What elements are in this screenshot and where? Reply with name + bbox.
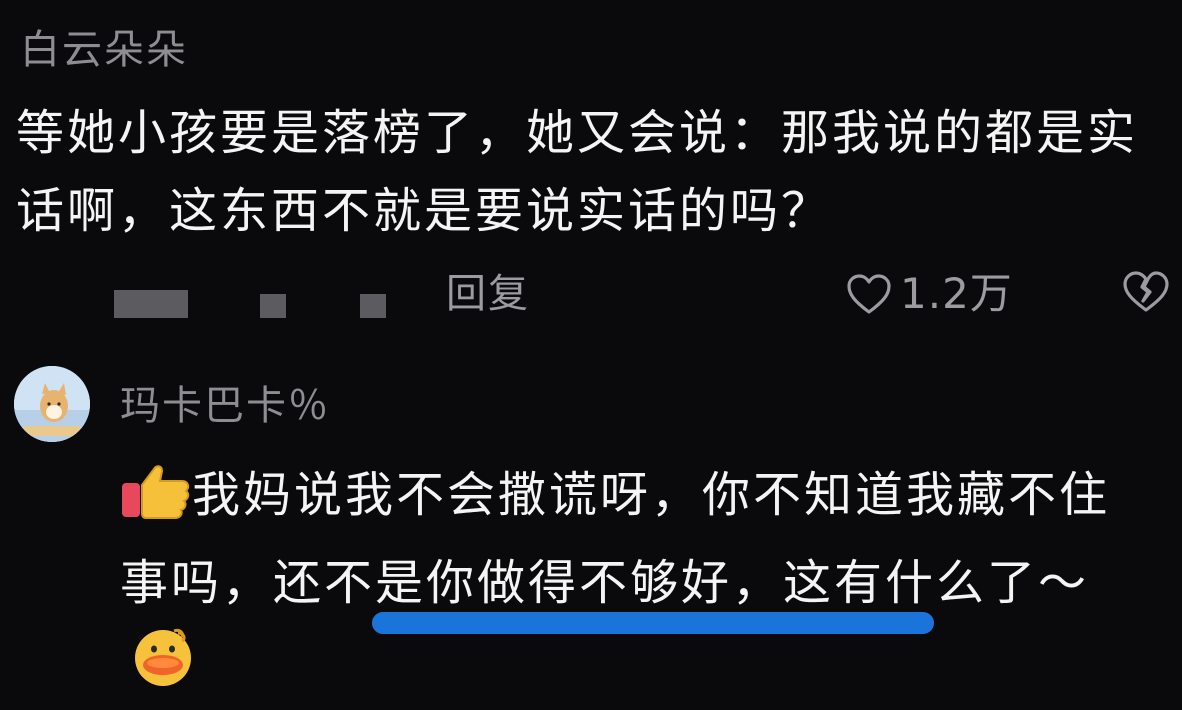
broken-heart-icon: [1122, 270, 1170, 314]
thumbs-up-emoji-icon: [120, 461, 192, 544]
comment-body: 我妈说我不会撒谎呀，你不知道我藏不住事吗，还不是你做得不够好，这有什么了～: [120, 456, 1160, 710]
comment-text: 等她小孩要是落榜了，她又会说：那我说的都是实话啊，这东西不就是要说实话的吗？: [16, 105, 1139, 239]
highlight-underline: [372, 612, 934, 634]
comment-username[interactable]: 玛卡巴卡％: [120, 380, 330, 432]
dislike-button[interactable]: [1122, 270, 1170, 318]
redacted-meta-block: [114, 290, 188, 318]
reply-button[interactable]: 回复: [446, 266, 530, 322]
comment-username[interactable]: 白云朵朵: [20, 24, 188, 76]
like-button[interactable]: 1.2万: [846, 266, 1013, 322]
comment-text: 我妈说我不会撒谎呀，你不知道我藏不住事吗，还不是你做得不够好，这有什么了～: [120, 467, 1111, 611]
redacted-meta-block: [360, 294, 386, 318]
duck-emoji-icon: [130, 625, 196, 710]
heart-outline-icon: [846, 273, 892, 315]
avatar[interactable]: [14, 366, 90, 442]
like-count: 1.2万: [900, 269, 1013, 318]
redacted-meta-block: [260, 294, 286, 318]
